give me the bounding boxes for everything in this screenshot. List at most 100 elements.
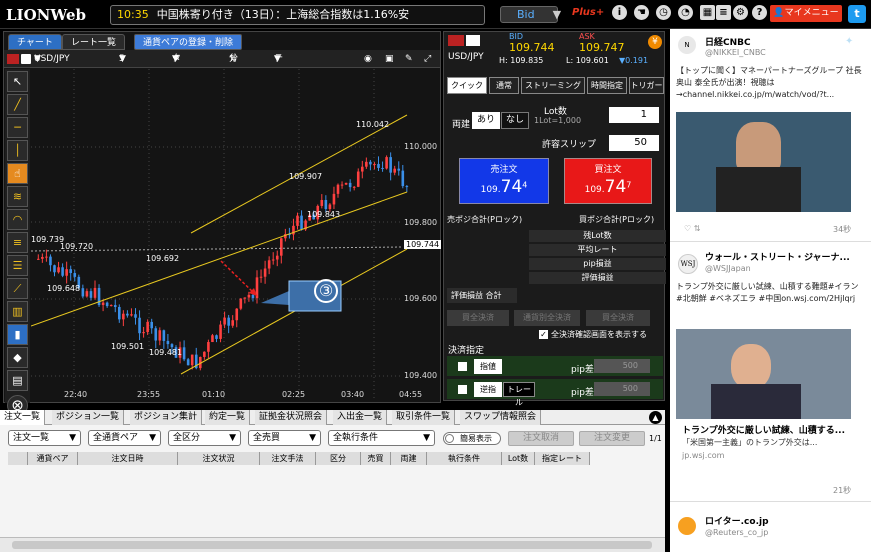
column-header[interactable]: 注文状況: [178, 452, 260, 465]
retracement-icon[interactable]: ☰: [7, 255, 28, 276]
simple-view-toggle[interactable]: 簡易表示: [443, 432, 501, 445]
arc-icon[interactable]: ◠: [7, 209, 28, 230]
wsj-avatar[interactable]: WSJ: [678, 254, 698, 274]
column-header[interactable]: 注文手法: [260, 452, 316, 465]
card-url[interactable]: jp.wsj.com: [682, 451, 724, 460]
tweet-image[interactable]: [676, 112, 851, 212]
list-icon[interactable]: ≡: [716, 5, 731, 20]
stop-button[interactable]: 逆指: [474, 382, 502, 397]
hand-icon[interactable]: ☚: [634, 5, 649, 20]
trail-button[interactable]: トレール: [503, 382, 535, 407]
hand-tool-icon[interactable]: ☝: [7, 163, 28, 184]
settle-all-sell-button[interactable]: 買全決済: [447, 310, 509, 326]
pie-chart-icon[interactable]: ◔: [678, 5, 693, 20]
column-header[interactable]: 区分: [316, 452, 361, 465]
tab-order-list[interactable]: 注文一覧: [0, 410, 46, 425]
pair-select[interactable]: USD/JPY ▼: [34, 50, 70, 68]
yen-icon[interactable]: ¥: [648, 35, 662, 49]
help-icon[interactable]: ?: [752, 5, 767, 20]
collapse-icon[interactable]: ▲: [649, 411, 662, 424]
column-header[interactable]: 通貨ペア: [28, 452, 78, 465]
fan-icon[interactable]: ⟋: [7, 278, 28, 299]
condition-filter-select[interactable]: 全執行条件 ▼: [328, 430, 435, 446]
register-pair-button[interactable]: 通貨ペアの登録・削除: [134, 34, 243, 50]
palette-icon[interactable]: ◉: [364, 50, 372, 68]
horizontal-line-icon[interactable]: ─: [7, 117, 28, 138]
vertical-line-icon[interactable]: │: [7, 140, 28, 161]
pin-icon[interactable]: ✎: [405, 50, 413, 68]
column-header[interactable]: Lot数: [502, 452, 535, 465]
card-title[interactable]: トランプ外交に厳しい試練、山積する...: [682, 423, 845, 436]
twitter-feed[interactable]: N 日経CNBC @NIKKEI_CNBC ✦ 【トップに聞く】マネーパートナー…: [670, 29, 871, 552]
grid-icon[interactable]: ▦: [700, 5, 715, 20]
news-ticker[interactable]: 10:35 中国株寄り付き（13日）：上海総合指数は1.16%安: [110, 5, 485, 25]
limit-pip-input[interactable]: 500: [594, 359, 650, 373]
lot-input[interactable]: 1: [609, 107, 659, 123]
tab-position-summary[interactable]: ポジション集計: [130, 410, 203, 425]
stop-pip-input[interactable]: 500: [594, 382, 650, 396]
bar-tool-icon[interactable]: ▥: [7, 301, 28, 322]
column-header[interactable]: 執行条件: [427, 452, 502, 465]
cancel-order-button[interactable]: 注文取消: [508, 431, 574, 446]
scrollbar-thumb[interactable]: [12, 541, 652, 549]
tab-deposit-withdraw[interactable]: 入出金一覧: [333, 410, 388, 425]
tab-trigger[interactable]: トリガー: [629, 77, 664, 94]
stop-checkbox[interactable]: [458, 385, 467, 394]
side-filter-select[interactable]: 全売買 ▼: [248, 430, 321, 446]
timeframe-select[interactable]: 5分足 ▼: [119, 50, 128, 100]
technical-menu[interactable]: テクニカル ▼: [274, 50, 283, 136]
tab-margin-status[interactable]: 証拠金状況照会: [255, 410, 328, 425]
slip-input[interactable]: 50: [609, 135, 659, 151]
limit-checkbox[interactable]: [458, 362, 467, 371]
ryodate-on-button[interactable]: あり: [472, 112, 500, 129]
tab-chart[interactable]: チャート: [8, 34, 62, 50]
trend-line-icon[interactable]: ╱: [7, 94, 28, 115]
tab-swap-info[interactable]: スワップ情報照会: [460, 410, 542, 425]
pair-filter-select[interactable]: 全通貨ペア ▼: [88, 430, 161, 446]
tab-trade-conditions[interactable]: 取引条件一覧: [392, 410, 456, 425]
expand-icon[interactable]: ⤢: [424, 50, 431, 68]
tab-normal[interactable]: 通常: [489, 77, 519, 94]
list-type-select[interactable]: 注文一覧 ▼: [8, 430, 81, 446]
price-mode-select[interactable]: Bid ▼: [500, 6, 561, 23]
tweet-card-image[interactable]: [676, 329, 851, 419]
eraser-icon[interactable]: ◆: [7, 347, 28, 368]
price-chart[interactable]: [31, 69, 440, 402]
tab-time[interactable]: 時間指定: [587, 77, 627, 94]
tweet-handle[interactable]: @WSJJapan: [705, 264, 751, 273]
tweet-handle[interactable]: @NIKKEI_CNBC: [705, 48, 766, 57]
category-filter-select[interactable]: 全区分 ▼: [168, 430, 241, 446]
tweet-author[interactable]: 日経CNBC: [705, 35, 751, 48]
tweet-actions[interactable]: ♡ ⇅: [684, 224, 700, 233]
settle-by-pair-button[interactable]: 通貨別全決済: [514, 310, 580, 326]
horizontal-scrollbar[interactable]: [0, 537, 665, 552]
tab-streaming[interactable]: ストリーミング: [521, 77, 585, 94]
tab-quick[interactable]: クイック: [447, 77, 487, 94]
clock-icon[interactable]: ◷: [656, 5, 671, 20]
buy-order-button[interactable]: 買注文 109.747: [564, 158, 652, 204]
plus-logo[interactable]: Plus+: [572, 7, 604, 18]
trash-icon[interactable]: ▤: [7, 370, 28, 391]
ryodate-off-button[interactable]: なし: [501, 112, 529, 129]
tweet-author[interactable]: ロイター.co.jp: [705, 514, 769, 527]
my-menu-button[interactable]: 👤マイメニュー: [770, 5, 842, 22]
column-header[interactable]: 指定レート: [535, 452, 590, 465]
gear-icon[interactable]: ⚙: [733, 5, 748, 20]
info-icon[interactable]: i: [612, 5, 627, 20]
tab-executions[interactable]: 約定一覧: [205, 410, 251, 425]
column-header[interactable]: 両建: [391, 452, 427, 465]
analysis-menu[interactable]: 分析 ⇅: [229, 50, 238, 82]
tab-rate-list[interactable]: レート一覧: [62, 34, 126, 50]
cursor-icon[interactable]: ↖: [7, 71, 28, 92]
tweet-author[interactable]: ウォール・ストリート・ジャーナ...: [705, 250, 850, 263]
sell-order-button[interactable]: 売注文 109.744: [459, 158, 549, 204]
settle-all-buy-button[interactable]: 買全決済: [586, 310, 650, 326]
cycle-tool-icon[interactable]: ▮: [7, 324, 28, 345]
show-confirm-checkbox[interactable]: ✓: [539, 330, 548, 339]
column-header[interactable]: 注文日時: [78, 452, 178, 465]
reuters-avatar[interactable]: [678, 517, 696, 535]
fibonacci-icon[interactable]: ≋: [7, 186, 28, 207]
column-header[interactable]: 売買: [361, 452, 391, 465]
channel-icon[interactable]: ≡: [7, 232, 28, 253]
type-menu[interactable]: タイプ ▼: [172, 50, 181, 100]
